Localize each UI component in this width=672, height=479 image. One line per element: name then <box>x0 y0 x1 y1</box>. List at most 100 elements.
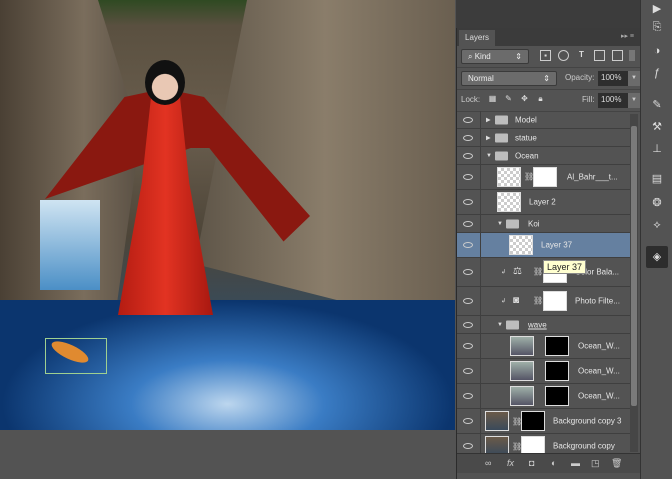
layer-group-ocean[interactable]: ▼ Ocean <box>457 147 631 165</box>
visibility-eye-icon[interactable] <box>463 220 473 227</box>
layer-layer-37-selected[interactable]: Layer 37 <box>457 233 631 258</box>
visibility-eye-icon[interactable] <box>463 418 473 424</box>
layer-mask-thumbnail[interactable] <box>545 361 569 381</box>
add-mask-icon[interactable]: ◘ <box>529 458 534 468</box>
visibility-eye-icon[interactable] <box>463 199 473 205</box>
link-chain-icon[interactable]: ⛓ <box>533 267 543 276</box>
visibility-eye-icon[interactable] <box>463 174 473 180</box>
filter-type-icon[interactable]: T <box>576 50 587 61</box>
color-balance-icon: ⚖ <box>513 266 522 277</box>
new-adjustment-layer-icon[interactable]: ◐ <box>551 458 556 468</box>
brush-icon[interactable]: ✎ <box>650 98 664 112</box>
folder-open-icon <box>506 219 519 228</box>
layer-name: Koi <box>528 219 540 228</box>
layer-group-statue[interactable]: ▶ statue <box>457 129 631 147</box>
folder-icon <box>495 133 508 142</box>
layer-group-wave[interactable]: ▼ wave <box>457 316 631 334</box>
opacity-input[interactable]: 100% <box>598 71 628 86</box>
folder-open-icon <box>495 151 508 160</box>
layer-mask-thumbnail[interactable] <box>545 336 569 356</box>
link-chain-icon[interactable]: ⛓ <box>533 296 543 305</box>
layer-background-copy[interactable]: ⛓ Background copy <box>457 434 631 453</box>
waterfall <box>40 200 100 290</box>
layers-panel: Layers ▸▸ ≡ ⌕ Kind ⇕ ▪ T Normal ⇕ Opacity… <box>456 28 641 479</box>
blend-mode-label: Normal <box>468 74 494 83</box>
folder-open-icon <box>506 320 519 329</box>
layer-name-tooltip: Layer 37 <box>543 260 587 274</box>
lock-all-icon[interactable]: 🔒︎ <box>535 94 546 105</box>
properties-icon[interactable]: ▤ <box>650 172 664 186</box>
paths-icon[interactable]: ⟡ <box>650 218 664 232</box>
blend-mode-select[interactable]: Normal ⇕ <box>461 71 557 86</box>
new-group-icon[interactable]: ▬ <box>571 458 580 468</box>
visibility-eye-icon[interactable] <box>463 134 473 141</box>
collapse-triangle-icon[interactable]: ▼ <box>486 153 492 159</box>
layer-ocean-w-3[interactable]: Ocean_W... <box>457 384 631 409</box>
lock-transparent-icon[interactable]: ▦ <box>487 94 498 105</box>
fill-input[interactable]: 100% <box>598 93 628 108</box>
expand-triangle-icon[interactable]: ▶ <box>486 134 491 141</box>
opacity-dropdown[interactable]: ▼ <box>628 71 640 86</box>
layer-ocean-w-1[interactable]: Ocean_W... <box>457 334 631 359</box>
fill-label: Fill: <box>582 95 595 104</box>
layer-group-model[interactable]: ▶ Model <box>457 111 631 129</box>
layer-mask-thumbnail[interactable] <box>545 386 569 406</box>
visibility-eye-icon[interactable] <box>463 242 473 248</box>
panel-dock-top <box>456 0 640 28</box>
history-icon[interactable]: ⎘ <box>650 20 664 34</box>
link-layers-icon[interactable]: ∞ <box>485 458 491 468</box>
scrollbar-thumb[interactable] <box>631 126 637 406</box>
channels-icon[interactable]: ❂ <box>650 196 664 210</box>
layer-mask-thumbnail[interactable] <box>521 411 545 431</box>
visibility-eye-icon[interactable] <box>463 343 473 349</box>
visibility-eye-icon[interactable] <box>463 321 473 328</box>
layer-ocean-w-2[interactable]: Ocean_W... <box>457 359 631 384</box>
layer-name: Background copy <box>553 441 615 451</box>
delete-layer-icon[interactable]: 🗑︎ <box>611 458 622 469</box>
clone-source-icon[interactable]: ⊥ <box>650 142 664 156</box>
layers-scrollbar[interactable] <box>630 114 638 452</box>
collapse-triangle-icon[interactable]: ▼ <box>497 221 503 227</box>
new-layer-icon[interactable]: ◳ <box>591 458 600 469</box>
layer-name: Ocean_W... <box>578 341 620 351</box>
layer-thumbnail <box>485 411 509 431</box>
layer-name: Background copy 3 <box>553 416 622 426</box>
filter-pixel-icon[interactable]: ▪ <box>540 50 551 61</box>
filter-shape-icon[interactable] <box>594 50 605 61</box>
expand-triangle-icon[interactable]: ▶ <box>486 116 491 123</box>
transform-bounding-box[interactable] <box>45 338 107 374</box>
tab-layers[interactable]: Layers <box>459 30 496 46</box>
visibility-eye-icon[interactable] <box>463 152 473 159</box>
panel-menu-icon[interactable]: ▸▸ ≡ <box>621 32 634 40</box>
filter-kind-select[interactable]: ⌕ Kind ⇕ <box>461 49 529 64</box>
filter-smartobject-icon[interactable] <box>612 50 623 61</box>
visibility-eye-icon[interactable] <box>463 116 473 123</box>
fx-icon[interactable]: fx <box>507 458 514 468</box>
fill-dropdown[interactable]: ▼ <box>628 93 640 108</box>
layer-mask-thumbnail[interactable] <box>533 167 557 187</box>
filter-adjustment-icon[interactable] <box>558 50 569 61</box>
lock-position-move-icon[interactable]: ✥ <box>519 94 530 105</box>
styles-fx-icon[interactable]: ƒ <box>650 66 664 80</box>
folder-icon <box>495 115 508 124</box>
layer-mask-thumbnail[interactable] <box>543 291 567 311</box>
visibility-eye-icon[interactable] <box>463 443 473 449</box>
lock-pixels-brush-icon[interactable]: ✎ <box>503 94 514 105</box>
color-icon[interactable]: ◑ <box>650 44 664 58</box>
filter-toggle[interactable] <box>629 50 635 61</box>
visibility-eye-icon[interactable] <box>463 368 473 374</box>
layer-layer-2[interactable]: Layer 2 <box>457 190 631 215</box>
visibility-eye-icon[interactable] <box>463 393 473 399</box>
layer-mask-thumbnail[interactable] <box>521 436 545 453</box>
layer-background-copy-3[interactable]: ⛓ Background copy 3 <box>457 409 631 434</box>
layer-al-bahr[interactable]: ⛓ Al_Bahr___t... <box>457 165 631 190</box>
document-canvas[interactable] <box>0 0 455 430</box>
visibility-eye-icon[interactable] <box>463 269 473 275</box>
brush-presets-icon[interactable]: ⚒ <box>650 120 664 134</box>
layer-group-koi[interactable]: ▼ Koi <box>457 215 631 233</box>
visibility-eye-icon[interactable] <box>463 298 473 304</box>
collapse-triangle-icon[interactable]: ▼ <box>497 322 503 328</box>
play-action-icon[interactable]: ▶ <box>650 2 664 16</box>
layers-panel-icon[interactable]: ◈ <box>646 246 668 268</box>
layer-photo-filter[interactable]: ↲ ◙ ⛓ Photo Filte... <box>457 287 631 316</box>
